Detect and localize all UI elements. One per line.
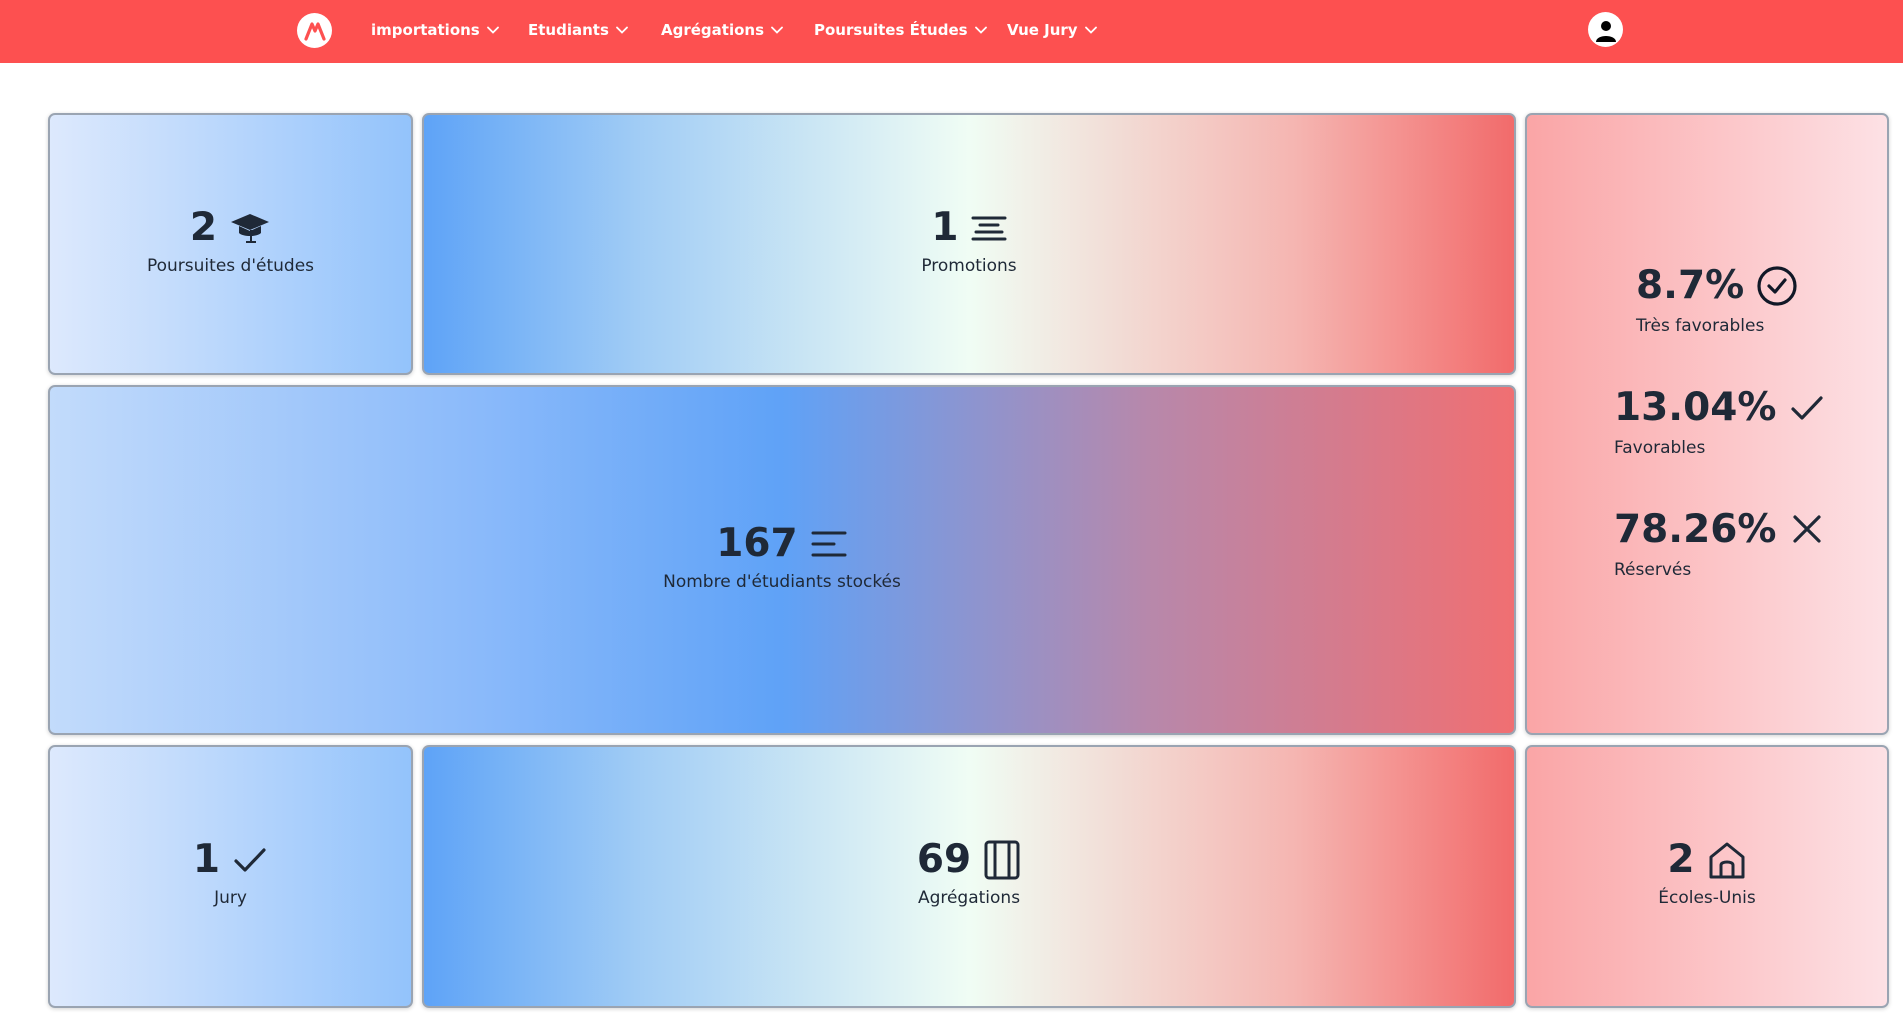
stat-jury: 1 Jury [50,837,411,909]
card-etudiants-stockes[interactable]: 167 Nombre d'étudiants stockés [48,385,1516,735]
favorables-label: Favorables [1614,438,1706,458]
nav-etudiants[interactable]: Etudiants [528,18,628,42]
poursuites-value: 2 [189,205,218,250]
agregations-value: 69 [916,837,972,882]
graduation-cap-icon [229,210,271,246]
stat-etudiants: 167 Nombre d'étudiants stockés [50,521,1514,593]
user-icon [1595,20,1616,42]
reserves-value: 78.26% [1614,507,1777,552]
stat-agregations: 69 Agrégations [424,837,1514,909]
poursuites-label: Poursuites d'études [146,256,315,276]
nav-vue-jury[interactable]: Vue Jury [1007,18,1097,42]
stat-poursuites: 2 Poursuites d'études [50,205,411,277]
ecoles-value: 2 [1667,837,1695,882]
chevron-down-icon [1084,26,1097,34]
app-logo[interactable] [297,13,332,48]
tres-favorables-value: 8.7% [1636,263,1745,308]
agregations-label: Agrégations [917,888,1021,908]
stat-favorables: 13.04% Favorables [1614,385,1826,459]
stat-reserves: 78.26% Réservés [1614,507,1826,581]
reserves-label: Réservés [1614,560,1692,580]
nav-agregations[interactable]: Agrégations [661,18,783,42]
check-icon [1788,390,1826,426]
nav-importations-label: importations [371,21,480,39]
card-agregations[interactable]: 69 Agrégations [422,745,1516,1008]
jury-value: 1 [192,837,221,882]
align-left-icon [810,528,848,560]
nav-importations[interactable]: importations [371,18,499,42]
promotions-label: Promotions [921,256,1017,276]
nav-vue-jury-label: Vue Jury [1007,21,1078,39]
tres-favorables-label: Très favorables [1636,316,1765,336]
etudiants-label: Nombre d'étudiants stockés [663,572,901,592]
card-avis[interactable]: 8.7% Très favorables 13.04% Favorables 7… [1525,113,1889,735]
etudiants-value: 167 [716,521,798,566]
card-poursuites-etudes[interactable]: 2 Poursuites d'études [48,113,413,375]
logo-icon [303,21,326,41]
nav-agregations-label: Agrégations [661,21,765,39]
stat-tres-favorables: 8.7% Très favorables [1636,263,1798,337]
jury-label: Jury [214,888,247,908]
home-icon [1707,840,1747,880]
check-icon [232,843,268,877]
ecoles-label: Écoles-Unis [1658,888,1756,908]
nav-poursuites-label: Poursuites Études [814,21,968,39]
check-circle-icon [1756,265,1798,307]
x-icon [1788,512,1826,548]
chevron-down-icon [615,26,628,34]
nav-etudiants-label: Etudiants [528,21,609,39]
card-promotions[interactable]: 1 Promotions [422,113,1516,375]
favorables-value: 13.04% [1614,385,1777,430]
stat-promotions: 1 Promotions [424,205,1514,277]
notebook-icon [983,839,1021,881]
nav-poursuites-etudes[interactable]: Poursuites Études [814,18,987,42]
promotions-value: 1 [931,205,959,250]
card-jury[interactable]: 1 Jury [48,745,413,1008]
user-avatar[interactable] [1588,12,1623,47]
chevron-down-icon [771,26,783,34]
align-center-icon [971,213,1007,243]
stat-ecoles: 2 Écoles-Unis [1527,837,1887,909]
top-navbar: importations Etudiants Agrégations Pours… [0,0,1903,63]
chevron-down-icon [974,26,987,34]
chevron-down-icon [486,26,499,34]
card-ecoles-unis[interactable]: 2 Écoles-Unis [1525,745,1889,1008]
